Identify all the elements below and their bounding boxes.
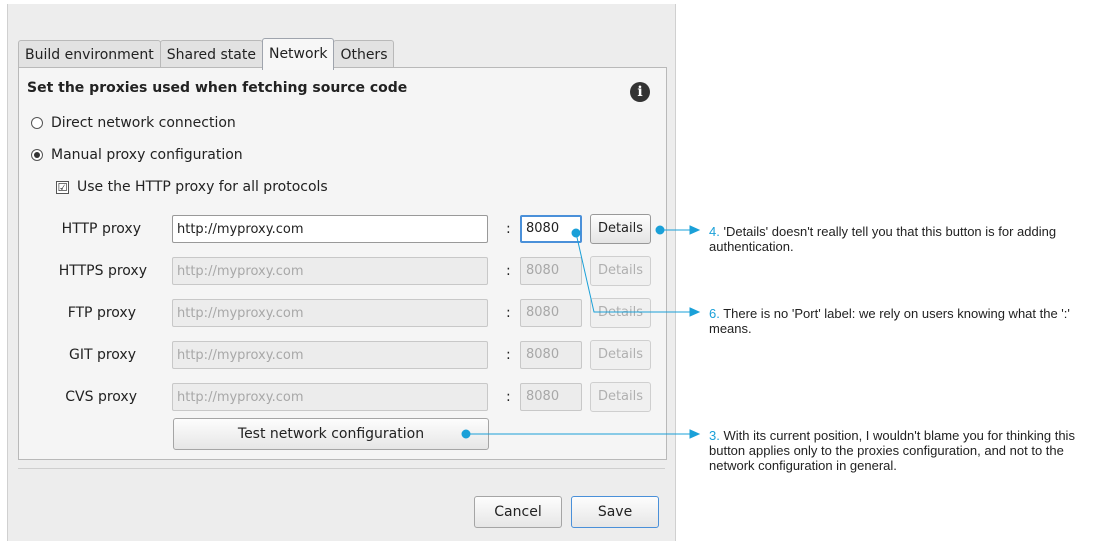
annotation-number: 4. [709,224,720,239]
annotation-number: 6. [709,306,720,321]
annotation-text: With its current position, I wouldn't bl… [709,428,1075,473]
tab-network[interactable]: Network [261,38,335,70]
arrowhead [689,225,701,235]
annotation-text: 'Details' doesn't really tell you that t… [709,224,1057,254]
annotation-6: 6. There is no 'Port' label: we rely on … [709,306,1099,336]
arrowhead [689,307,701,317]
annotation-text: There is no 'Port' label: we rely on use… [709,306,1070,336]
annotation-line [575,232,690,313]
annotation-3: 3. With its current position, I wouldn't… [709,428,1099,473]
arrowhead [689,429,701,439]
annotation-4: 4. 'Details' doesn't really tell you tha… [709,224,1099,254]
annotation-number: 3. [709,428,720,443]
